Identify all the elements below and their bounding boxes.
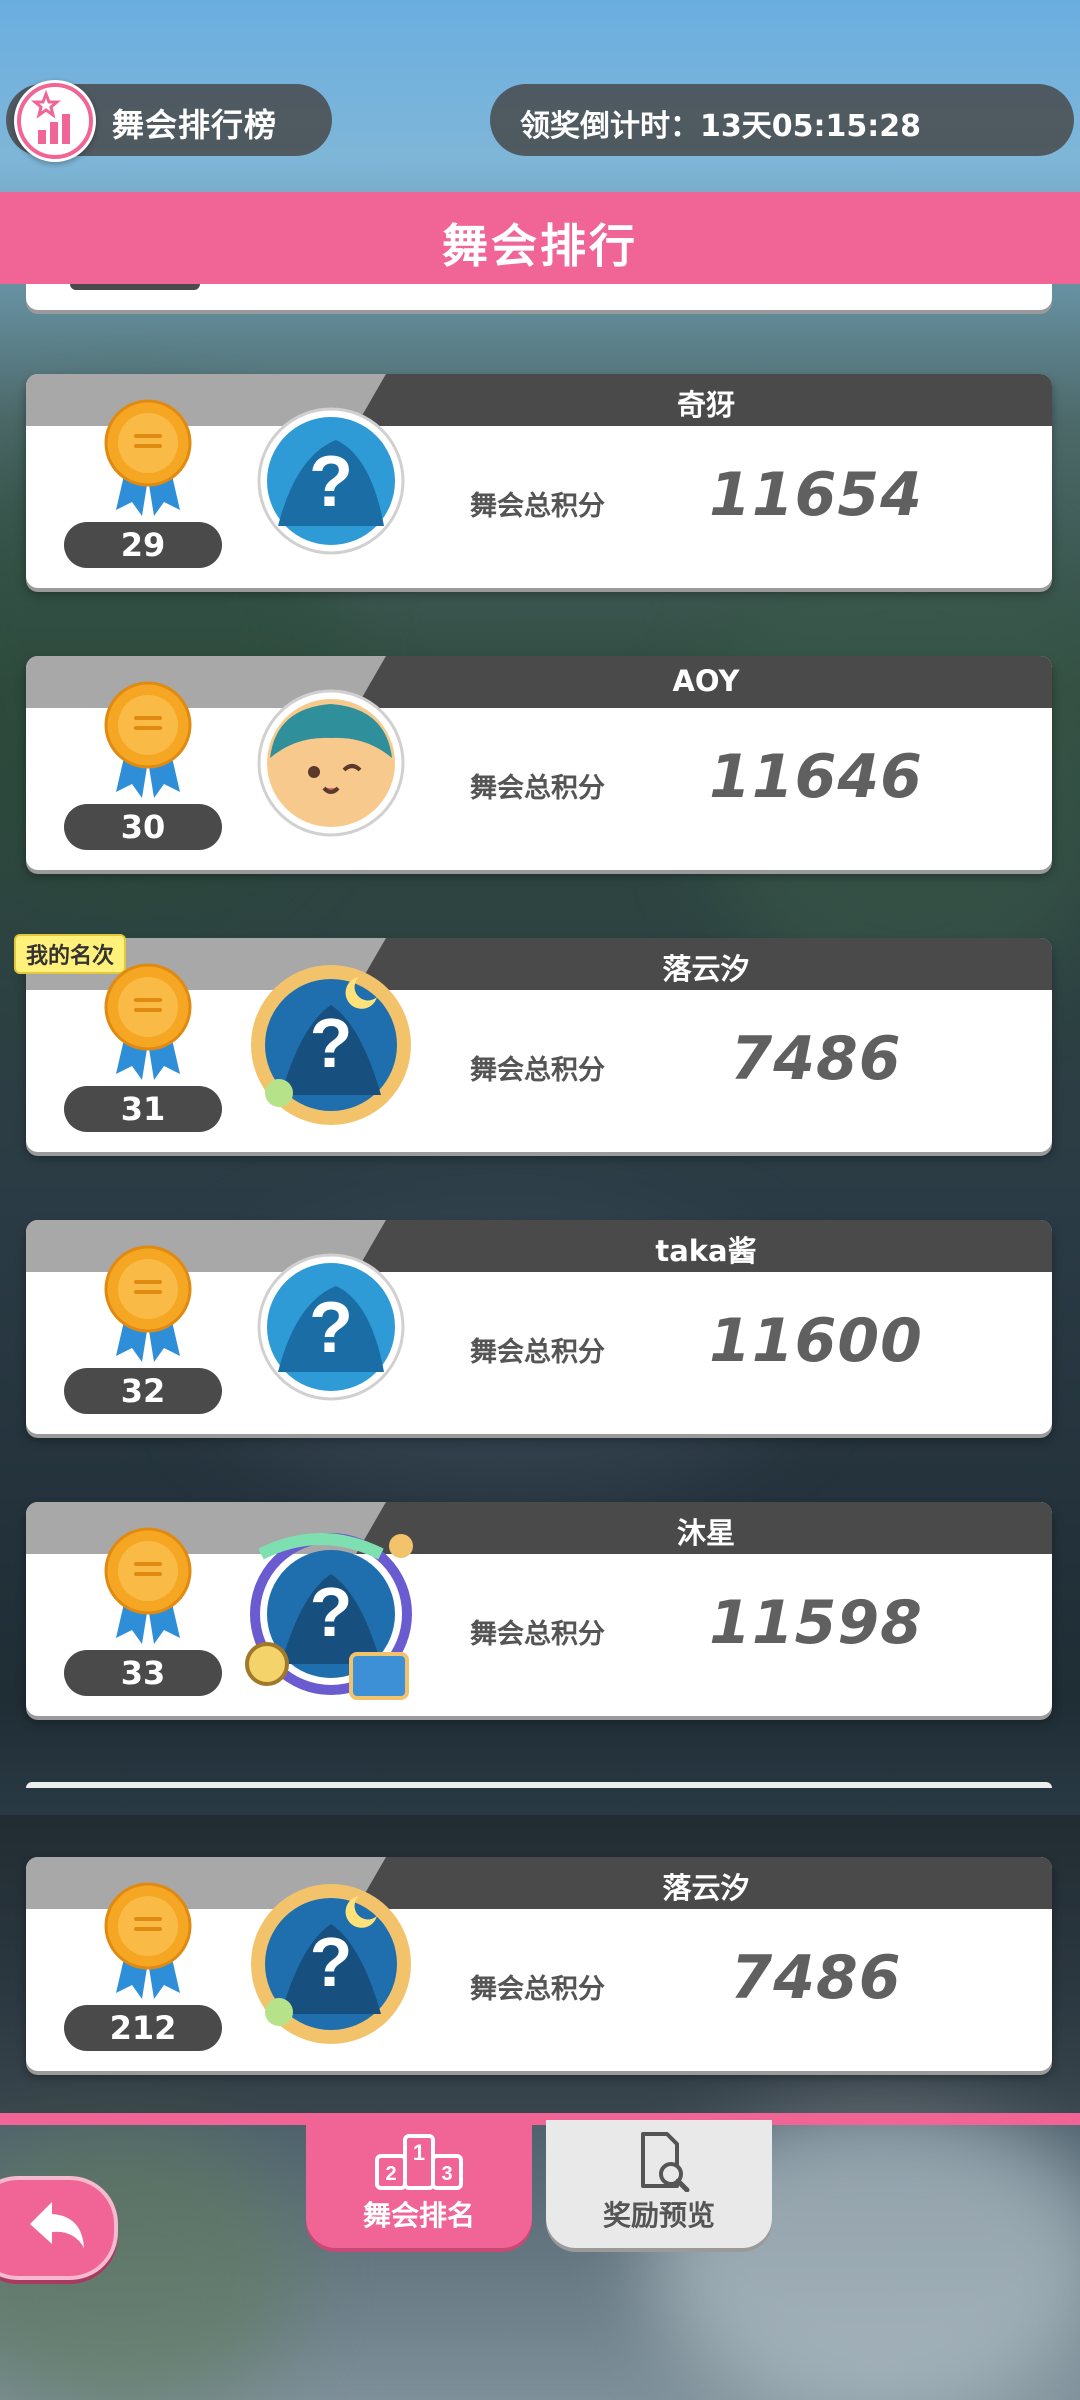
svg-text:?: ? [310, 1923, 353, 2001]
question-avatar-icon[interactable]: ? [256, 406, 406, 556]
score-label: 舞会总积分 [470, 491, 605, 522]
player-name: 奇犽 [676, 388, 735, 422]
rank-number: 33 [64, 1650, 222, 1696]
list-item[interactable]: 沐星 33 ? 舞会总积分 11598 [26, 1502, 1052, 1716]
list-item[interactable]: 落云汐 我的名次 31 ? 舞会总积分 7486 [14, 934, 1052, 1152]
rank-number: 31 [64, 1086, 222, 1132]
list-divider [26, 1782, 1052, 1788]
moon-frame-avatar-icon[interactable]: ? [251, 1884, 411, 2044]
list-item[interactable]: taka酱 32 ? 舞会总积分 11600 [26, 1220, 1052, 1434]
score-label: 舞会总积分 [470, 1055, 605, 1086]
back-arrow-icon [30, 2202, 84, 2248]
rank-number: 30 [64, 804, 222, 850]
medal-icon [98, 1881, 198, 2011]
svg-text:?: ? [309, 1288, 353, 1368]
list-item[interactable]: AOY 30 舞会总积分 11646 [26, 656, 1052, 870]
score-label: 舞会总积分 [470, 1619, 605, 1650]
band-title: 舞会排行 [442, 219, 638, 273]
tab-bar-line [0, 2113, 1080, 2125]
list-item[interactable]: 奇犽 29 ? 舞会总积分 11654 [26, 374, 1052, 588]
score-label: 舞会总积分 [470, 1974, 605, 2005]
podium-icon: 1 2 3 [369, 2130, 469, 2192]
medal-icon [98, 962, 198, 1092]
cat-avatar-icon[interactable] [256, 688, 406, 838]
score-value: 7486 [730, 1943, 902, 2013]
svg-text:3: 3 [441, 2163, 452, 2185]
medal-icon [98, 680, 198, 810]
rank-number: 29 [64, 522, 222, 568]
player-name: AOY [672, 664, 740, 698]
score-value: 11646 [709, 742, 923, 812]
tab-ranking[interactable]: 1 2 3 舞会排名 [306, 2120, 532, 2248]
medal-icon [98, 398, 198, 528]
svg-text:?: ? [309, 442, 353, 522]
countdown-value: 13天05:15:28 [700, 109, 921, 144]
tab-reward-preview[interactable]: 奖励预览 [546, 2120, 772, 2248]
medal-icon [98, 1526, 198, 1656]
svg-text:?: ? [310, 1573, 353, 1651]
player-name: taka酱 [655, 1234, 757, 1268]
countdown-label: 领奖倒计时： [520, 109, 700, 144]
countdown-pill: 领奖倒计时：13天05:15:28 [490, 84, 1074, 156]
medal-icon [98, 1244, 198, 1374]
svg-text:?: ? [310, 1004, 353, 1082]
player-name: 落云汐 [662, 952, 750, 986]
rank-number: 212 [64, 2005, 222, 2051]
svg-text:1: 1 [413, 2140, 425, 2165]
rank-number: 32 [64, 1368, 222, 1414]
back-button[interactable] [0, 2176, 118, 2280]
document-search-icon [609, 2130, 709, 2193]
ranking-chart-icon [14, 80, 96, 162]
score-label: 舞会总积分 [470, 1337, 605, 1368]
list-item-partial [26, 284, 1052, 310]
question-avatar-icon[interactable]: ? [256, 1252, 406, 1402]
tab-reward-preview-label: 奖励预览 [602, 2199, 715, 2232]
page-title: 舞会排行榜 [112, 106, 278, 144]
moon-frame-avatar-icon[interactable]: ? [251, 965, 411, 1125]
svg-text:2: 2 [385, 2163, 396, 2185]
my-rank-card[interactable]: 落云汐 212 ? 舞会总积分 7486 [26, 1857, 1052, 2071]
treasure-frame-avatar-icon[interactable]: ? [245, 1533, 413, 1700]
ranking-title-pill: 舞会排行榜 [6, 80, 332, 162]
score-value: 11654 [709, 460, 923, 530]
player-name: 沐星 [676, 1516, 735, 1550]
score-label: 舞会总积分 [470, 773, 605, 804]
score-value: 11600 [709, 1306, 923, 1376]
tab-ranking-label: 舞会排名 [362, 2199, 475, 2232]
score-value: 11598 [709, 1588, 923, 1658]
score-value: 7486 [730, 1024, 902, 1094]
player-name: 落云汐 [662, 1871, 750, 1905]
ranking-header-band: 舞会排行 [0, 192, 1080, 284]
